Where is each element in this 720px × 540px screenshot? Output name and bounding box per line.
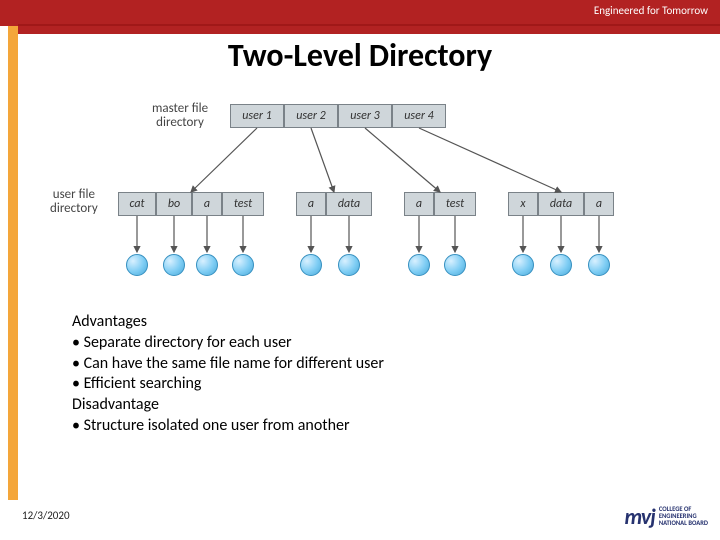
file-node (232, 254, 254, 276)
diagram-connectors (60, 92, 670, 297)
advantage-item: • Efficient searching (72, 374, 660, 395)
file-node (512, 254, 534, 276)
file-node (163, 254, 185, 276)
header-tagline: Engineered for Tomorrow (594, 4, 708, 17)
file-node (126, 254, 148, 276)
college-logo: mvj College of Engineering National Boar… (625, 503, 708, 530)
body-text: Advantages • Separate directory for each… (72, 312, 660, 437)
file-node (338, 254, 360, 276)
logo-mark: mvj (625, 503, 655, 530)
two-level-directory-diagram: master file directory user file director… (60, 92, 670, 297)
file-node (300, 254, 322, 276)
file-node (408, 254, 430, 276)
advantages-heading: Advantages (72, 312, 660, 333)
file-node (196, 254, 218, 276)
file-node (588, 254, 610, 276)
top-strip: Engineered for Tomorrow (0, 0, 720, 26)
slide-title: Two-Level Directory (0, 36, 720, 75)
disadvantage-item: • Structure isolated one user from anoth… (72, 416, 660, 437)
footer-date: 12/3/2020 (22, 509, 70, 522)
title-accent-bar (18, 24, 720, 34)
logo-text: College of Engineering National Board (659, 506, 708, 526)
left-accent-bar (8, 26, 18, 500)
file-node (444, 254, 466, 276)
disadvantage-heading: Disadvantage (72, 395, 660, 416)
file-node (550, 254, 572, 276)
advantage-item: • Separate directory for each user (72, 333, 660, 354)
advantage-item: • Can have the same file name for differ… (72, 354, 660, 375)
